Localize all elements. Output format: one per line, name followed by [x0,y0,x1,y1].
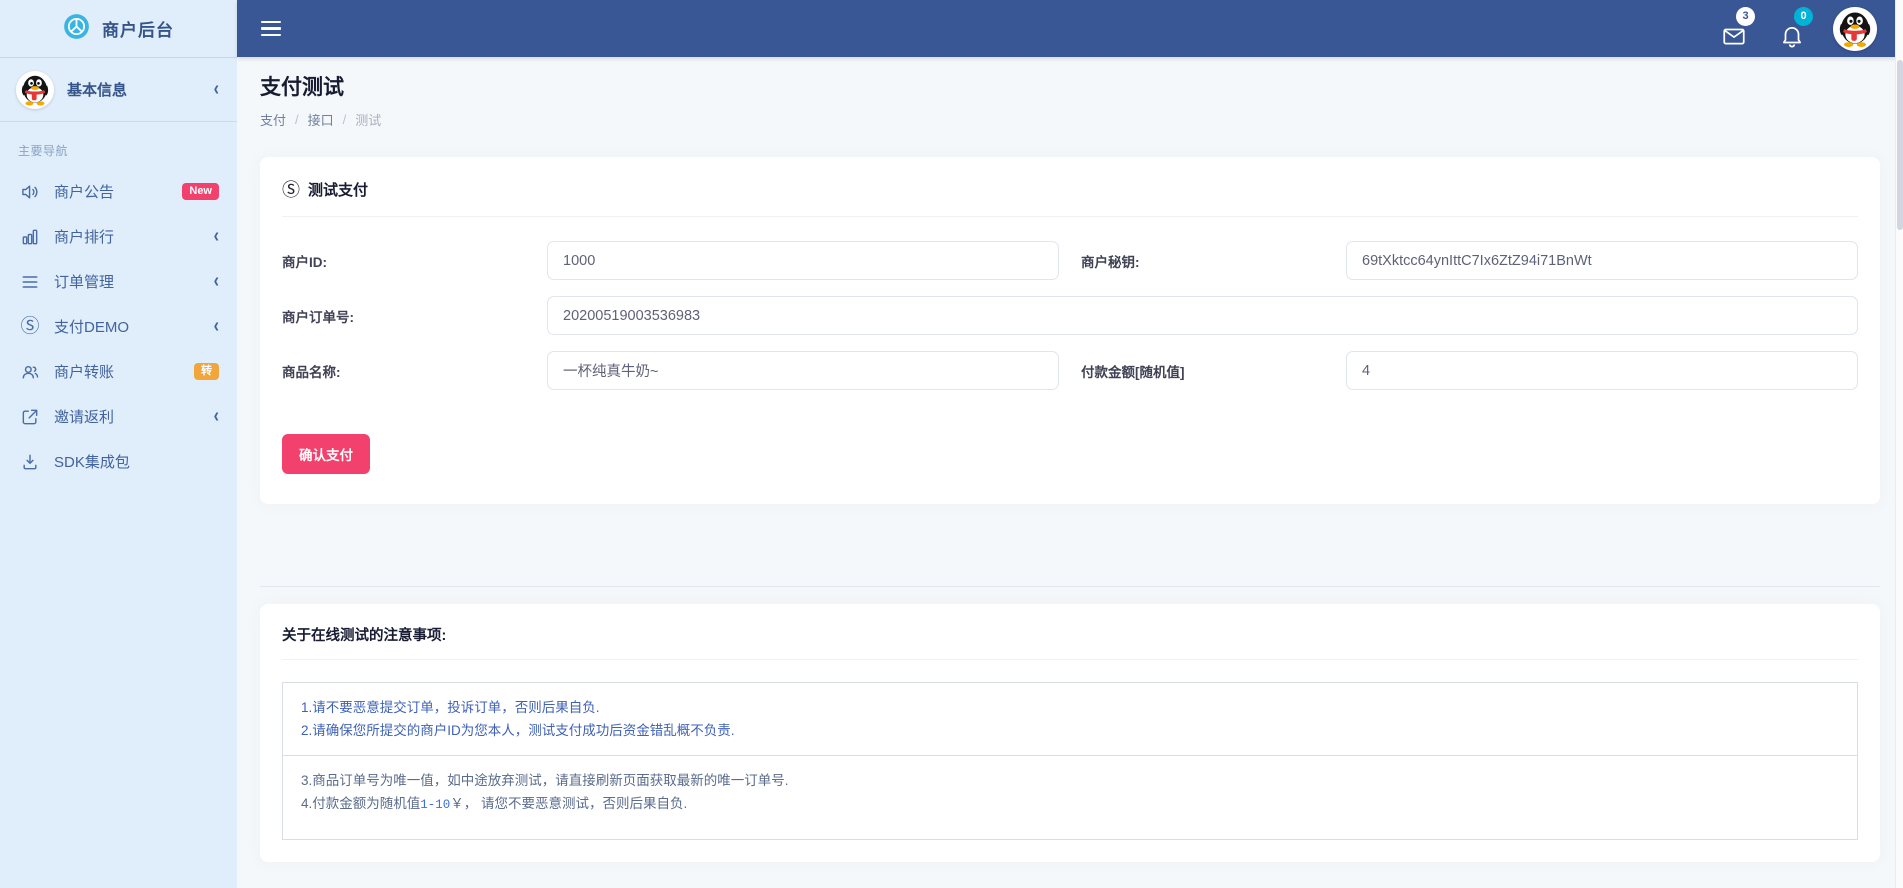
page-content: 支付测试 支付 / 接口 / 测试 Ⓢ 测试支付 商户ID: 1000 商户秘钥… [237,57,1903,888]
main-area: 3 0 支付测试 支付 / 接口 / 测试 Ⓢ 测试支付 商户ID: 1000 … [237,0,1903,888]
chevron-left-icon: ‹ [213,78,219,100]
order-no-field-group: 商户订单号: [282,296,1858,335]
app-title: 商户后台 [102,21,174,40]
sidebar-item-label: 商户公告 [54,184,115,201]
bell-icon [1783,26,1801,47]
product-name-label: 商品名称: [282,364,341,380]
profile-avatar-button[interactable] [1833,6,1877,51]
envelope-icon [1723,28,1745,44]
amount-field-group: 付款金额[随机值] [1081,351,1858,390]
card-header: Ⓢ 测试支付 [282,179,1858,217]
form-row: 商户ID: 商户秘钥: [282,241,1858,280]
notes-group-warning: 1.请不要恶意提交订单，投诉订单，否则后果自负. 2.请确保您所提交的商户ID为… [283,683,1857,755]
card-title: 测试支付 [308,182,369,199]
note-line: 2.请确保您所提交的商户ID为您本人，测试支付成功后资金错乱概不负责. [301,723,735,738]
sidebar-item-sdk-package[interactable]: SDK集成包 [0,439,237,484]
sidebar-item-merchant-ranking[interactable]: 商户排行 ‹ [0,214,237,259]
merchant-key-field-group: 商户秘钥: [1081,241,1858,280]
breadcrumb-link-interface[interactable]: 接口 [308,110,334,129]
sidebar-item-pay-demo[interactable]: Ⓢ 支付DEMO ‹ [0,304,237,349]
user-avatar [16,70,54,109]
app-root: 商户后台 基本信息 ‹ 主要导航 商户公告 New 商户排行 ‹ 订单管理 ‹ … [0,0,1903,888]
note-line: 4.付款金额为随机值1-10￥， 请您不要恶意测试，否则后果自负. [301,796,688,812]
menu-toggle-button[interactable] [255,12,289,46]
breadcrumb-separator: / [342,112,347,127]
scrollbar[interactable] [1895,0,1903,888]
form-row: 商户订单号: [282,296,1858,335]
sidebar-item-label: 商户排行 [54,229,115,246]
chevron-left-icon: ‹ [213,225,219,247]
nav-section-label: 主要导航 [18,144,69,158]
breadcrumb-separator: / [295,112,299,127]
note-line: 3.商品订单号为唯一值，如中途放弃测试，请直接刷新页面获取最新的唯一订单号. [301,773,789,788]
users-icon [19,361,41,383]
breadcrumb-current: 测试 [355,113,382,128]
breadcrumb-link-pay[interactable]: 支付 [260,110,286,129]
scrollbar-thumb[interactable] [1897,60,1903,230]
transfer-badge: 转 [194,363,219,380]
sidebar-item-invite-rebate[interactable]: 邀请返利 ‹ [0,394,237,439]
amount-range-code: 1-10 [420,798,451,812]
sidebar-item-label: SDK集成包 [54,454,130,471]
product-name-field-group: 商品名称: [282,351,1059,390]
sidebar-item-label: 订单管理 [54,274,115,291]
page-title: 支付测试 [260,76,344,99]
merchant-key-input[interactable] [1346,241,1858,280]
sidebar-item-order-management[interactable]: 订单管理 ‹ [0,259,237,304]
logo-icon [63,13,90,45]
sidebar-item-announcements[interactable]: 商户公告 New [0,169,237,214]
section-divider [260,586,1880,587]
notes-group-info: 3.商品订单号为唯一值，如中途放弃测试，请直接刷新页面获取最新的唯一订单号. 4… [283,755,1857,839]
sidebar-item-merchant-transfer[interactable]: 商户转账 转 [0,349,237,394]
user-avatar [1833,7,1877,51]
merchant-key-label: 商户秘钥: [1081,254,1140,270]
breadcrumb: 支付 / 接口 / 测试 [260,110,1880,129]
order-no-label: 商户订单号: [282,309,354,325]
speaker-icon [19,181,41,203]
note-line: 1.请不要恶意提交订单，投诉订单，否则后果自负. [301,700,600,715]
new-badge: New [182,183,219,200]
chevron-left-icon: ‹ [213,270,219,292]
notes-title: 关于在线测试的注意事项: [282,624,1858,660]
test-pay-card: Ⓢ 测试支付 商户ID: 商户秘钥: [260,157,1880,504]
sidebar: 商户后台 基本信息 ‹ 主要导航 商户公告 New 商户排行 ‹ 订单管理 ‹ … [0,0,237,888]
list-icon [19,271,41,293]
notes-card: 关于在线测试的注意事项: 1.请不要恶意提交订单，投诉订单，否则后果自负. 2.… [260,604,1880,862]
brand-link[interactable]: 商户后台 [0,0,237,58]
chevron-left-icon: ‹ [213,315,219,337]
merchant-id-field-group: 商户ID: [282,241,1059,280]
payment-form: 商户ID: 商户秘钥: 商户订单号: [282,241,1858,474]
topbar-actions: 3 0 [1717,6,1877,51]
messages-button[interactable]: 3 [1717,6,1755,49]
sidebar-item-label: 商户转账 [54,364,115,381]
bar-chart-icon [19,226,41,248]
order-no-input[interactable] [547,296,1858,335]
product-name-input[interactable] [547,351,1059,390]
amount-input[interactable] [1346,351,1858,390]
sidebar-user-menu[interactable]: 基本信息 ‹ [0,58,237,122]
user-menu-label: 基本信息 [67,82,128,99]
chevron-left-icon: ‹ [213,405,219,427]
confirm-pay-button[interactable]: 确认支付 [282,434,370,474]
messages-count-badge: 3 [1736,6,1755,26]
share-external-icon [19,406,41,428]
sidebar-item-label: 支付DEMO [54,319,130,336]
notifications-count-badge: 0 [1794,6,1813,26]
download-icon [19,451,41,473]
s-circle-icon: Ⓢ [282,179,300,200]
notifications-button[interactable]: 0 [1775,6,1813,49]
notes-box: 1.请不要恶意提交订单，投诉订单，否则后果自负. 2.请确保您所提交的商户ID为… [282,682,1858,840]
sidebar-nav: 商户公告 New 商户排行 ‹ 订单管理 ‹ Ⓢ 支付DEMO ‹ 商户转账 转… [0,169,237,484]
merchant-id-input[interactable] [547,241,1059,280]
sidebar-item-label: 邀请返利 [54,409,115,426]
merchant-id-label: 商户ID: [282,254,327,270]
amount-label: 付款金额[随机值] [1081,364,1185,380]
topbar: 3 0 [237,0,1903,57]
skype-s-icon: Ⓢ [20,316,40,337]
form-row: 商品名称: 付款金额[随机值] [282,351,1858,390]
